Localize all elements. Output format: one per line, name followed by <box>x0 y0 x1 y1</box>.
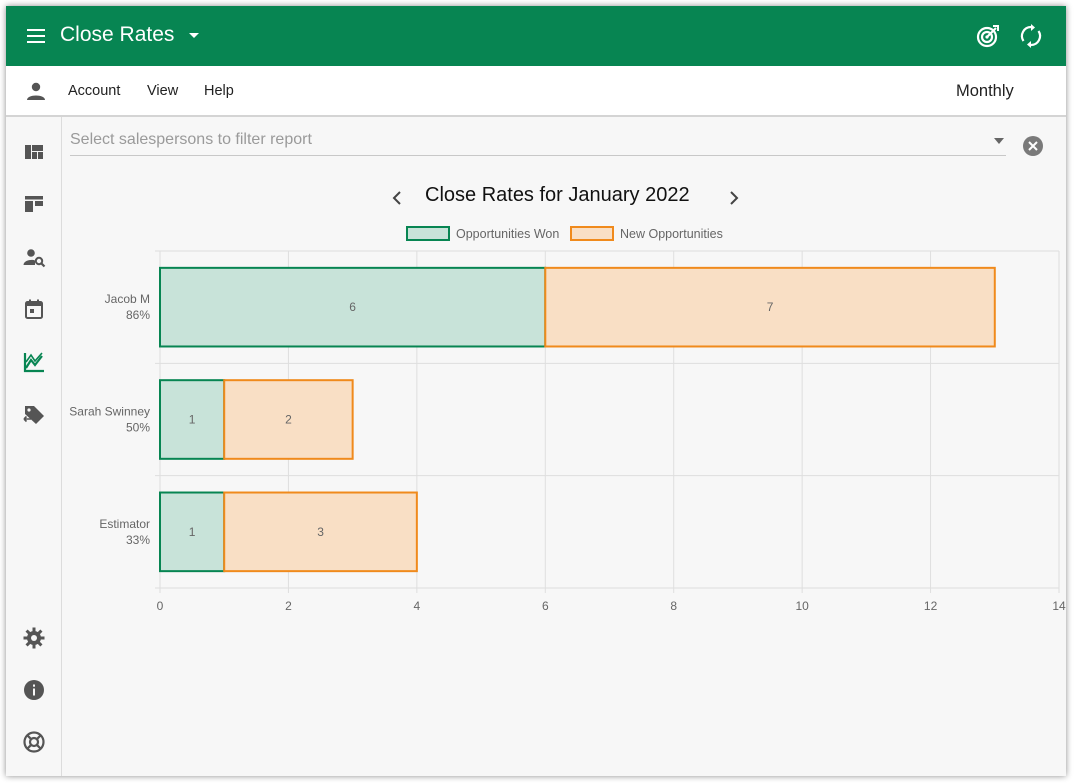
category-label: Jacob M <box>105 292 150 306</box>
menu-account[interactable]: Account <box>68 83 120 99</box>
salesperson-filter-input[interactable]: Select salespersons to filter report <box>70 128 1006 156</box>
clear-circle-icon[interactable] <box>1022 135 1044 157</box>
person-search-icon[interactable] <box>22 246 46 270</box>
legend-label[interactable]: Opportunities Won <box>456 227 559 241</box>
menu-view[interactable]: View <box>147 83 178 99</box>
person-icon[interactable] <box>24 79 48 103</box>
period-selector[interactable]: Monthly <box>956 82 1014 101</box>
filter-placeholder: Select salespersons to filter report <box>70 131 312 148</box>
legend-swatch[interactable] <box>570 226 614 241</box>
target-icon[interactable] <box>975 23 1001 49</box>
sidebar <box>6 117 62 776</box>
category-label: Sarah Swinney <box>69 405 150 419</box>
app-bar: Close Rates <box>6 6 1066 66</box>
x-tick-label: 2 <box>285 599 292 613</box>
chevron-right-icon[interactable] <box>721 186 745 210</box>
bar-value-label: 2 <box>285 413 292 427</box>
category-rate-label: 50% <box>126 421 150 435</box>
menu-help[interactable]: Help <box>204 83 234 99</box>
bar-value-label: 1 <box>189 525 196 539</box>
trend-chart-icon[interactable] <box>22 350 46 374</box>
x-tick-label: 12 <box>924 599 938 613</box>
dashboard-icon[interactable] <box>22 140 46 164</box>
x-tick-label: 8 <box>670 599 677 613</box>
app-window: Close Rates Account View Help Monthly Se… <box>6 6 1066 776</box>
sync-icon[interactable] <box>1018 23 1044 49</box>
legend-label[interactable]: New Opportunities <box>620 227 723 241</box>
help-lifebuoy-icon[interactable] <box>22 730 46 754</box>
calendar-icon[interactable] <box>22 297 46 321</box>
settings-icon[interactable] <box>22 626 46 650</box>
info-icon[interactable] <box>22 678 46 702</box>
chevron-left-icon[interactable] <box>386 186 410 210</box>
app-title: Close Rates <box>60 23 175 46</box>
legend-swatch[interactable] <box>406 226 450 241</box>
x-tick-label: 10 <box>795 599 809 613</box>
caret-down-icon[interactable] <box>186 30 202 42</box>
x-tick-label: 14 <box>1052 599 1066 613</box>
x-tick-label: 0 <box>157 599 164 613</box>
category-rate-label: 86% <box>126 308 150 322</box>
bar-value-label: 3 <box>317 525 324 539</box>
category-rate-label: 33% <box>126 533 150 547</box>
bar-value-label: 7 <box>767 300 774 314</box>
tag-transfer-icon[interactable] <box>22 402 46 426</box>
bar-value-label: 1 <box>189 413 196 427</box>
bar-value-label: 6 <box>349 300 356 314</box>
board-icon[interactable] <box>22 192 46 216</box>
x-tick-label: 6 <box>542 599 549 613</box>
close-rates-chart: 0 2 4 6 8 10 12 146 7Jacob M86%1 2Sarah Swinney50… <box>69 226 1066 613</box>
category-label: Estimator <box>99 517 150 531</box>
menu-bar: Account View Help Monthly <box>6 66 1066 117</box>
menu-icon[interactable] <box>24 24 48 48</box>
report-title: Close Rates for January 2022 <box>425 184 690 206</box>
x-tick-label: 4 <box>414 599 421 613</box>
caret-down-icon[interactable] <box>994 138 1004 144</box>
